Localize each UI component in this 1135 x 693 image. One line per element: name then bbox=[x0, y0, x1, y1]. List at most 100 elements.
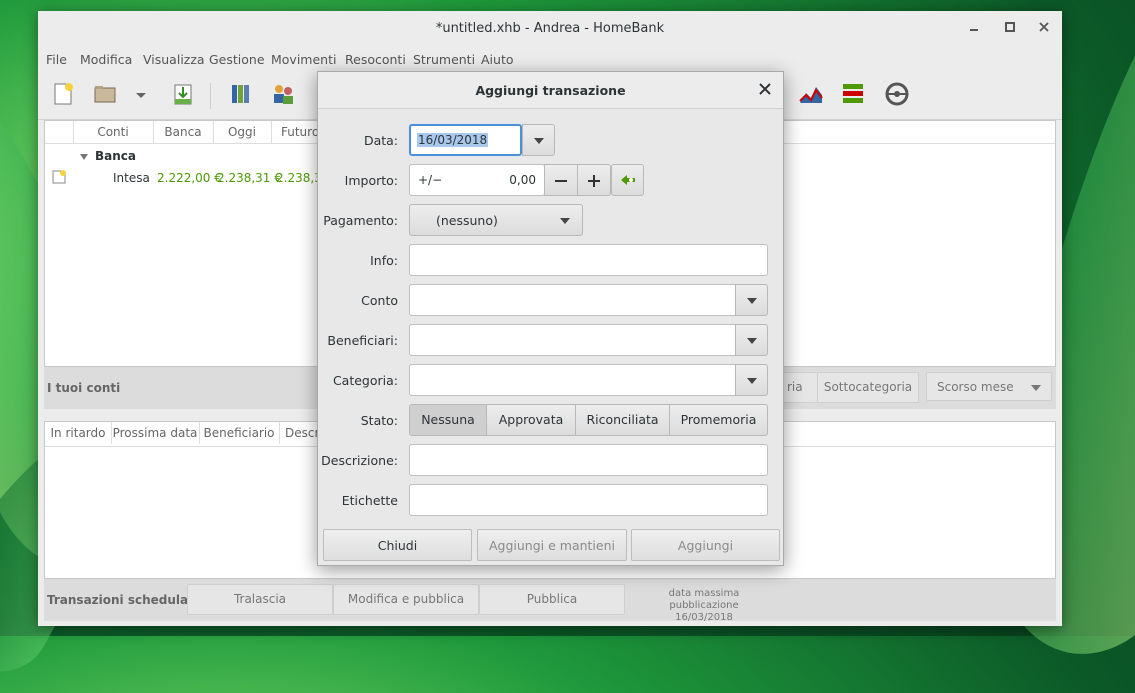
add-transaction-dialog: Aggiungi transazione Data: 16/03/2018 Im… bbox=[317, 71, 784, 566]
max-post-date-label: data massima pubblicazione bbox=[668, 588, 740, 611]
add-and-keep-button[interactable]: Aggiungi e mantieni bbox=[477, 529, 627, 561]
edit-and-post-button[interactable]: Modifica e pubblica bbox=[333, 584, 479, 615]
skip-button[interactable]: Tralascia bbox=[187, 584, 333, 615]
chevron-down-icon bbox=[533, 138, 544, 144]
account-name[interactable]: Intesa bbox=[113, 171, 150, 185]
minimize-button[interactable] bbox=[964, 19, 984, 39]
amount-label: Importo: bbox=[344, 173, 398, 188]
accounts-icon[interactable] bbox=[228, 81, 254, 107]
info-input[interactable] bbox=[409, 244, 768, 276]
account-today-balance: 2.238,31 € bbox=[217, 171, 282, 185]
category-combobox[interactable] bbox=[409, 364, 736, 396]
payment-value: (nessuno) bbox=[436, 213, 498, 228]
title-bar: *untitled.xhb - Andrea - HomeBank bbox=[38, 11, 1062, 46]
menu-manage[interactable]: Gestione bbox=[209, 52, 265, 67]
date-input[interactable]: 16/03/2018 bbox=[409, 124, 522, 156]
account-combobox[interactable] bbox=[409, 284, 736, 316]
date-value: 16/03/2018 bbox=[417, 133, 489, 147]
category-dropdown-button[interactable] bbox=[735, 364, 768, 396]
max-post-date: data massima pubblicazione 16/03/2018 bbox=[634, 588, 774, 624]
column-next-date[interactable]: Prossima data bbox=[111, 422, 200, 444]
close-window-button[interactable] bbox=[1034, 19, 1054, 39]
currency-convert-icon bbox=[620, 175, 635, 185]
status-remind-toggle[interactable]: Promemoria bbox=[669, 404, 768, 436]
chevron-down-icon bbox=[560, 218, 570, 224]
menu-file[interactable]: File bbox=[46, 52, 67, 67]
account-bank-balance: 2.222,00 € bbox=[157, 171, 222, 185]
account-group-label[interactable]: Banca bbox=[95, 149, 136, 163]
column-bank[interactable]: Banca bbox=[153, 121, 214, 143]
budget-icon[interactable] bbox=[840, 81, 866, 107]
chevron-down-icon bbox=[1031, 385, 1041, 391]
expander-icon[interactable] bbox=[79, 152, 89, 162]
description-label: Descrizione: bbox=[321, 453, 398, 468]
currency-convert-button[interactable] bbox=[611, 164, 644, 196]
status-reconciled-toggle[interactable]: Riconciliata bbox=[575, 404, 670, 436]
your-accounts-label: I tuoi conti bbox=[47, 381, 121, 395]
close-icon bbox=[759, 83, 771, 95]
close-icon bbox=[1039, 22, 1049, 32]
payee-dropdown-button[interactable] bbox=[735, 324, 768, 356]
add-button[interactable]: Aggiungi bbox=[631, 529, 780, 561]
amount-value: 0,00 bbox=[509, 173, 536, 187]
new-file-icon[interactable] bbox=[50, 81, 76, 107]
dialog-close-button[interactable] bbox=[759, 80, 771, 100]
vehicle-cost-icon[interactable] bbox=[884, 81, 910, 107]
minimize-icon bbox=[970, 29, 978, 31]
period-dropdown[interactable]: Scorso mese bbox=[926, 372, 1052, 401]
trend-chart-icon[interactable] bbox=[798, 81, 824, 107]
status-none-toggle[interactable]: Nessuna bbox=[409, 404, 487, 436]
account-dropdown-button[interactable] bbox=[735, 284, 768, 316]
column-accounts[interactable]: Conti bbox=[73, 121, 154, 143]
account-label: Conto bbox=[361, 293, 398, 308]
menu-tools[interactable]: Strumenti bbox=[413, 52, 475, 67]
dialog-title: Aggiungi transazione bbox=[475, 83, 626, 98]
tags-input[interactable] bbox=[409, 484, 768, 516]
period-dropdown-value: Scorso mese bbox=[937, 380, 1014, 394]
open-folder-icon[interactable] bbox=[92, 81, 118, 107]
payment-dropdown[interactable]: (nessuno) bbox=[409, 204, 583, 236]
chevron-down-icon bbox=[746, 298, 757, 304]
window-title: *untitled.xhb - Andrea - HomeBank bbox=[435, 21, 665, 36]
subcategory-button[interactable]: Sottocategoria bbox=[817, 372, 919, 403]
category-label: Categoria: bbox=[332, 373, 398, 388]
column-icon bbox=[45, 121, 74, 143]
menu-transactions[interactable]: Movimenti bbox=[271, 52, 336, 67]
info-label: Info: bbox=[370, 253, 398, 268]
max-post-date-value: 16/03/2018 bbox=[675, 612, 733, 623]
scheduled-transactions-label: Transazioni schedulate bbox=[47, 593, 202, 607]
column-late[interactable]: In ritardo bbox=[45, 422, 112, 444]
payees-icon[interactable] bbox=[270, 81, 296, 107]
tags-label: Etichette bbox=[341, 493, 398, 508]
plus-icon bbox=[588, 175, 600, 187]
date-label: Data: bbox=[363, 133, 398, 148]
maximize-icon bbox=[1005, 22, 1015, 32]
status-cleared-toggle[interactable]: Approvata bbox=[486, 404, 576, 436]
maximize-button[interactable] bbox=[1000, 19, 1020, 39]
account-new-icon bbox=[52, 170, 66, 184]
amount-decrease-button[interactable] bbox=[544, 164, 578, 196]
menu-reports[interactable]: Resoconti bbox=[345, 52, 406, 67]
date-picker-button[interactable] bbox=[522, 124, 555, 156]
amount-input[interactable]: +/− 0,00 bbox=[409, 164, 545, 196]
scheduled-footer: Transazioni schedulate Tralascia Modific… bbox=[44, 578, 1056, 624]
menu-view[interactable]: Visualizza bbox=[143, 52, 205, 67]
dialog-header: Aggiungi transazione bbox=[318, 72, 783, 109]
payee-combobox[interactable] bbox=[409, 324, 736, 356]
column-today[interactable]: Oggi bbox=[213, 121, 272, 143]
description-input[interactable] bbox=[409, 444, 768, 476]
toolbar-separator bbox=[210, 83, 211, 109]
post-button[interactable]: Pubblica bbox=[479, 584, 625, 615]
menu-help[interactable]: Aiuto bbox=[481, 52, 514, 67]
column-payee[interactable]: Beneficiario bbox=[199, 422, 280, 444]
chevron-down-icon[interactable] bbox=[134, 81, 148, 107]
menu-edit[interactable]: Modifica bbox=[80, 52, 132, 67]
menu-bar: File Modifica Visualizza Gestione Movime… bbox=[38, 47, 1062, 71]
amount-increase-button[interactable] bbox=[577, 164, 611, 196]
amount-sign-toggle[interactable]: +/− bbox=[418, 173, 442, 187]
payment-label: Pagamento: bbox=[323, 213, 398, 228]
close-button[interactable]: Chiudi bbox=[323, 529, 472, 561]
save-icon[interactable] bbox=[170, 81, 196, 107]
minus-icon bbox=[555, 180, 567, 182]
category-toggle-button[interactable]: ria bbox=[782, 372, 817, 403]
